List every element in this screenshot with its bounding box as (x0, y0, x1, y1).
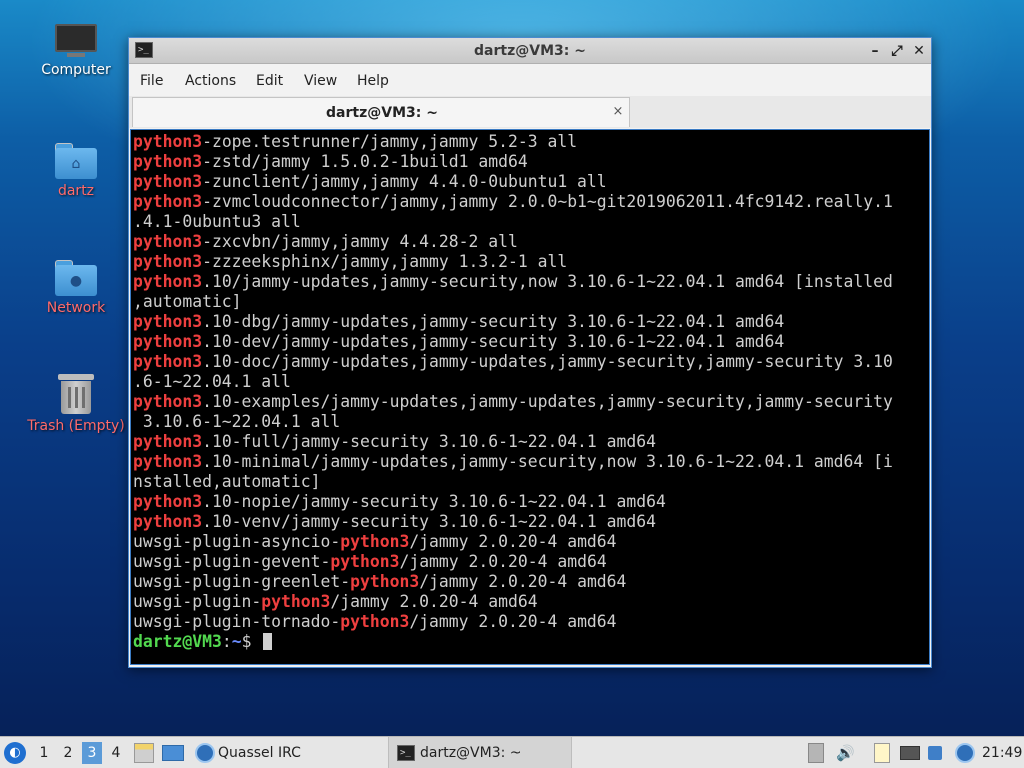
volume-icon[interactable]: 🔊 (836, 737, 855, 768)
menu-bar: File Actions Edit View Help (129, 65, 931, 95)
workspace-1[interactable]: 1 (34, 737, 54, 768)
terminal-line: python3-zvmcloudconnector/jammy,jammy 2.… (133, 192, 893, 211)
tab-label: dartz@VM3: ~ (326, 105, 438, 121)
desktop-icon-label: Computer (41, 62, 111, 78)
terminal-line: python3-zstd/jammy 1.5.0.2-1build1 amd64 (133, 152, 528, 171)
terminal-line: .6-1~22.04.1 all (133, 372, 291, 391)
terminal-tab[interactable]: dartz@VM3: ~ × (132, 97, 630, 127)
desktop-icon-computer[interactable]: Computer (26, 24, 126, 78)
terminal-line: python3.10-minimal/jammy-updates,jammy-s… (133, 452, 893, 471)
terminal-window: >_ dartz@VM3: ~ – ⤢ ✕ File Actions Edit … (128, 37, 932, 668)
terminal-line: 3.10.6-1~22.04.1 all (133, 412, 341, 431)
workspace-3[interactable]: 3 (82, 742, 102, 764)
terminal-line: uwsgi-plugin-asyncio-python3/jammy 2.0.2… (133, 532, 617, 551)
menu-help[interactable]: Help (357, 65, 389, 95)
task-terminal[interactable]: >_ dartz@VM3: ~ (388, 737, 572, 768)
minimize-button[interactable]: – (865, 41, 885, 61)
close-button[interactable]: ✕ (909, 41, 929, 61)
home-folder-icon: ⌂ (55, 143, 97, 179)
terminal-line: uwsgi-plugin-greenlet-python3/jammy 2.0.… (133, 572, 627, 591)
trash-icon (58, 374, 94, 414)
update-notifier-icon[interactable] (808, 743, 824, 763)
terminal-line: python3-zope.testrunner/jammy,jammy 5.2-… (133, 132, 578, 151)
terminal-line: python3.10-examples/jammy-updates,jammy-… (133, 392, 893, 411)
terminal-line: python3.10-venv/jammy-security 3.10.6-1~… (133, 512, 657, 531)
notification-icon[interactable] (928, 746, 942, 760)
menu-view[interactable]: View (304, 65, 337, 95)
tab-bar: dartz@VM3: ~ × (129, 96, 931, 128)
terminal-line: python3.10-nopie/jammy-security 3.10.6-1… (133, 492, 666, 511)
desktop-icon-trash[interactable]: Trash (Empty) (26, 374, 126, 434)
desktop-icon-home[interactable]: ⌂ dartz (26, 143, 126, 199)
workspace-4[interactable]: 4 (106, 737, 126, 768)
workspace-2[interactable]: 2 (58, 737, 78, 768)
desktop-icon-label: Network (46, 300, 106, 316)
terminal-line: python3.10-full/jammy-security 3.10.6-1~… (133, 432, 657, 451)
terminal-line: uwsgi-plugin-gevent-python3/jammy 2.0.20… (133, 552, 607, 571)
menu-file[interactable]: File (140, 65, 163, 95)
tab-close-icon[interactable]: × (609, 103, 627, 121)
task-quassel-irc[interactable]: Quassel IRC (218, 737, 301, 768)
terminal-icon: >_ (397, 745, 415, 761)
maximize-button[interactable]: ⤢ (887, 41, 907, 61)
clock: 21:49 (982, 745, 1023, 761)
terminal-line: python3.10-doc/jammy-updates,jammy-updat… (133, 352, 893, 371)
network-folder-icon: ● (55, 260, 97, 296)
desktop-icon-label: dartz (57, 183, 95, 199)
task-terminal-label: dartz@VM3: ~ (420, 745, 522, 761)
menu-edit[interactable]: Edit (256, 65, 283, 95)
title-bar[interactable]: >_ dartz@VM3: ~ – ⤢ ✕ (129, 38, 931, 64)
terminal-line: python3.10/jammy-updates,jammy-security,… (133, 272, 893, 291)
menu-actions[interactable]: Actions (185, 65, 236, 95)
terminal-prompt: dartz@VM3:~$ (133, 632, 929, 652)
terminal-line: nstalled,automatic] (133, 472, 321, 491)
terminal-line: .4.1-0ubuntu3 all (133, 212, 301, 231)
desktop-icon-label: Trash (Empty) (27, 418, 125, 434)
terminal-line: uwsgi-plugin-python3/jammy 2.0.20-4 amd6… (133, 592, 538, 611)
terminal-output[interactable]: python3-zope.testrunner/jammy,jammy 5.2-… (130, 129, 930, 665)
computer-icon (55, 24, 97, 58)
file-manager-icon[interactable] (134, 743, 154, 763)
terminal-line: python3.10-dev/jammy-updates,jammy-secur… (133, 332, 785, 351)
text-cursor (263, 633, 273, 650)
terminal-line: python3-zunclient/jammy,jammy 4.4.0-0ubu… (133, 172, 607, 191)
desktop-icon-network[interactable]: ● Network (26, 260, 126, 316)
app-menu-icon[interactable]: ◐ (4, 742, 26, 764)
clipboard-icon[interactable] (874, 743, 890, 763)
quassel-icon[interactable] (195, 743, 215, 763)
show-desktop-icon[interactable] (162, 745, 184, 761)
taskbar: ◐ 1 2 3 4 Quassel IRC >_ dartz@VM3: ~ 🔊 … (0, 736, 1024, 768)
terminal-line: python3-zxcvbn/jammy,jammy 4.4.28-2 all (133, 232, 518, 251)
quassel-tray-icon[interactable] (955, 743, 975, 763)
network-status-icon[interactable] (900, 746, 920, 760)
window-title: dartz@VM3: ~ (474, 43, 586, 59)
terminal-line: python3.10-dbg/jammy-updates,jammy-secur… (133, 312, 785, 331)
terminal-line: ,automatic] (133, 292, 242, 311)
terminal-line: uwsgi-plugin-tornado-python3/jammy 2.0.2… (133, 612, 617, 631)
terminal-line: python3-zzzeeksphinx/jammy,jammy 1.3.2-1… (133, 252, 568, 271)
